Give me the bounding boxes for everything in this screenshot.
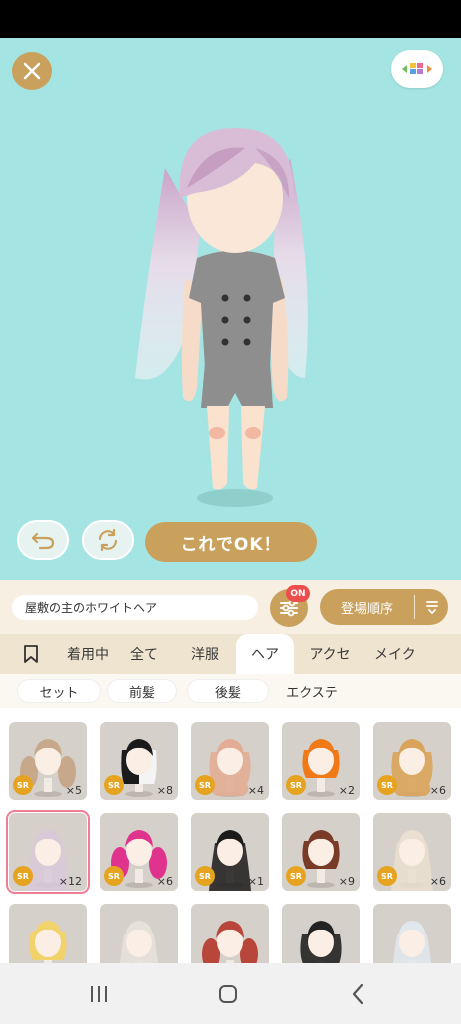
item-count: ×6 <box>429 875 446 888</box>
hair-item[interactable]: SR ×6 <box>100 813 178 891</box>
filter-bar: 屋敷の主のホワイトヘア ON 登場順序 <box>0 580 461 634</box>
status-bar <box>0 0 461 38</box>
hair-item[interactable] <box>191 904 269 963</box>
color-palette-button[interactable] <box>391 50 443 88</box>
avatar-stage: これでOK！ <box>0 38 461 580</box>
recent-apps-icon <box>91 986 107 1002</box>
subtab-extensions[interactable]: エクステ <box>272 680 352 702</box>
tab-bookmark[interactable] <box>0 634 62 674</box>
item-count: ×1 <box>247 875 264 888</box>
hair-item[interactable]: SR ×12 <box>6 810 90 894</box>
hair-item[interactable]: SR ×1 <box>191 813 269 891</box>
item-count: ×2 <box>338 784 355 797</box>
hair-item[interactable] <box>9 904 87 963</box>
hair-item[interactable] <box>373 904 451 963</box>
back-icon <box>352 983 364 1005</box>
hair-preview <box>300 921 342 963</box>
item-count: ×6 <box>156 875 173 888</box>
home-button[interactable] <box>216 981 240 1007</box>
hair-preview <box>29 921 67 963</box>
rotate-icon <box>98 528 118 552</box>
selected-item-name: 屋敷の主のホワイトヘア <box>12 595 258 620</box>
item-count: ×5 <box>65 784 82 797</box>
hair-item[interactable]: SR ×9 <box>282 813 360 891</box>
recent-apps-button[interactable] <box>86 981 112 1007</box>
tab-makeup[interactable]: メイク <box>366 634 421 674</box>
confirm-button[interactable]: これでOK！ <box>145 522 317 562</box>
hair-item[interactable] <box>100 904 178 963</box>
subtab-back-hair[interactable]: 後髪 <box>188 680 268 702</box>
avatar-figure <box>135 128 308 507</box>
hair-item[interactable]: SR ×5 <box>9 722 87 800</box>
tab-accessory[interactable]: アクセ <box>294 634 366 674</box>
hair-item[interactable]: SR ×2 <box>282 722 360 800</box>
rarity-badge: SR <box>104 866 124 886</box>
rarity-badge: SR <box>195 775 215 795</box>
hair-subtabs: セット 前髪 後髪 エクステ <box>0 674 461 708</box>
tab-all[interactable]: 全て <box>114 634 174 674</box>
item-count: ×6 <box>429 784 446 797</box>
item-count: ×8 <box>156 784 173 797</box>
hair-preview <box>392 921 432 963</box>
undo-button[interactable] <box>17 520 69 560</box>
android-nav-bar <box>0 963 461 1024</box>
rarity-badge: SR <box>104 775 124 795</box>
close-icon <box>23 62 41 80</box>
item-count: ×9 <box>338 875 355 888</box>
rarity-badge: SR <box>195 866 215 886</box>
subtab-bangs[interactable]: 前髪 <box>108 680 176 702</box>
hair-item-grid: SR ×5 SR ×8 SR ×4 SR ×2 SR ×6 SR ×12 SR … <box>0 708 461 963</box>
filter-on-badge: ON <box>286 585 310 602</box>
rarity-badge: SR <box>286 866 306 886</box>
tab-clothes[interactable]: 洋服 <box>174 634 236 674</box>
hair-item[interactable]: SR ×6 <box>373 813 451 891</box>
sort-label: 登場順序 <box>340 601 393 617</box>
rotate-button[interactable] <box>82 520 134 560</box>
hair-preview <box>202 921 258 963</box>
bookmark-icon <box>24 645 38 663</box>
close-button[interactable] <box>12 52 52 90</box>
subtab-set[interactable]: セット <box>18 680 100 702</box>
hair-item[interactable]: SR ×8 <box>100 722 178 800</box>
item-count: ×12 <box>58 875 82 888</box>
hair-preview <box>119 921 159 963</box>
rarity-badge: SR <box>377 866 397 886</box>
sort-button[interactable]: 登場順序 <box>320 589 448 625</box>
color-palette-icon <box>402 63 432 74</box>
sort-order-icon[interactable] <box>415 599 448 615</box>
undo-icon <box>31 532 55 550</box>
tab-hair[interactable]: ヘア <box>236 634 294 674</box>
hair-item[interactable]: SR ×4 <box>191 722 269 800</box>
category-tabs: 着用中 全て 洋服 ヘア アクセ メイク <box>0 634 461 674</box>
home-icon <box>219 985 237 1003</box>
rarity-badge: SR <box>13 866 33 886</box>
tab-wearing[interactable]: 着用中 <box>62 634 114 674</box>
back-button[interactable] <box>346 981 370 1007</box>
rarity-badge: SR <box>377 775 397 795</box>
hair-item[interactable]: SR ×6 <box>373 722 451 800</box>
item-count: ×4 <box>247 784 264 797</box>
rarity-badge: SR <box>13 775 33 795</box>
rarity-badge: SR <box>286 775 306 795</box>
hair-item[interactable] <box>282 904 360 963</box>
